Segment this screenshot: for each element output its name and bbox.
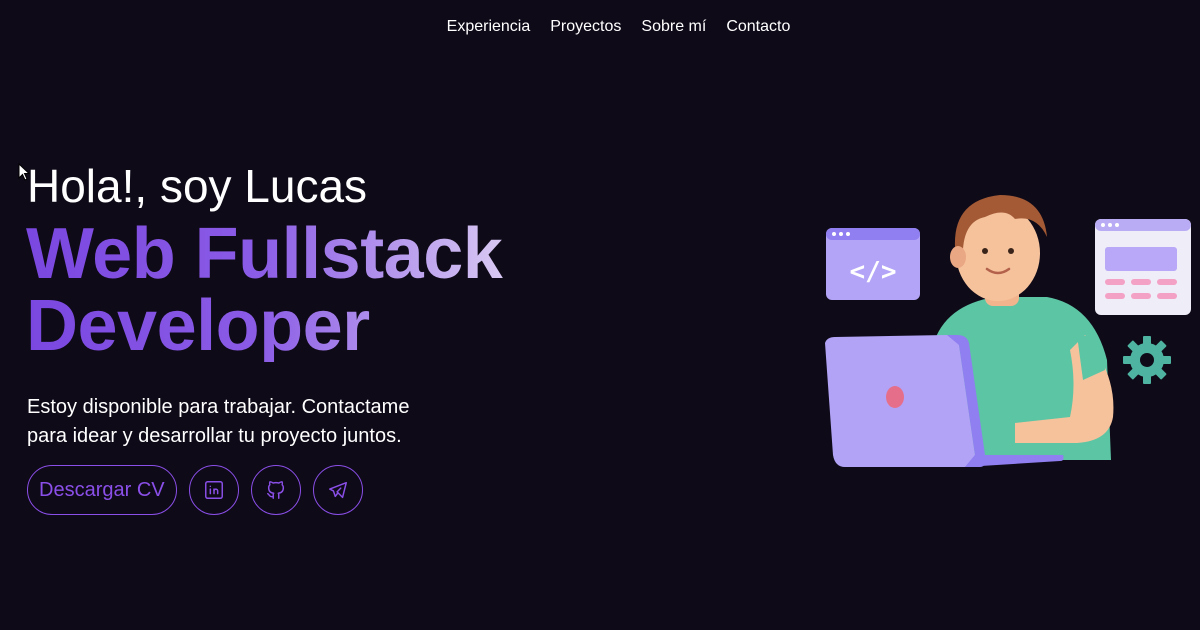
- download-cv-button[interactable]: Descargar CV: [27, 465, 177, 515]
- nav-link-contacto[interactable]: Contacto: [726, 17, 790, 37]
- hero-description: Estoy disponible para trabajar. Contacta…: [27, 396, 410, 447]
- hero-greeting: Hola!, soy Lucas: [27, 160, 368, 212]
- hero-title: Web Fullstack Developer: [26, 218, 546, 362]
- hero-actions: Descargar CV: [27, 465, 363, 515]
- developer-illustration: </>: [825, 195, 1191, 467]
- gear-icon: [1123, 336, 1171, 384]
- linkedin-icon: [204, 481, 223, 499]
- nav-link-experiencia[interactable]: Experiencia: [447, 17, 531, 37]
- ui-window-icon: [1095, 219, 1191, 315]
- github-icon: [266, 481, 284, 499]
- svg-text:</>: </>: [850, 257, 897, 287]
- telegram-button[interactable]: [312, 465, 363, 515]
- telegram-icon: [328, 481, 347, 499]
- github-button[interactable]: [250, 465, 301, 515]
- linkedin-button[interactable]: [188, 465, 239, 515]
- nav-link-sobre-mi[interactable]: Sobre mí: [641, 17, 706, 37]
- code-window-icon: </>: [826, 228, 920, 300]
- nav-link-proyectos[interactable]: Proyectos: [550, 17, 621, 37]
- top-nav: Experiencia Proyectos Sobre mí Contacto: [0, 17, 1200, 37]
